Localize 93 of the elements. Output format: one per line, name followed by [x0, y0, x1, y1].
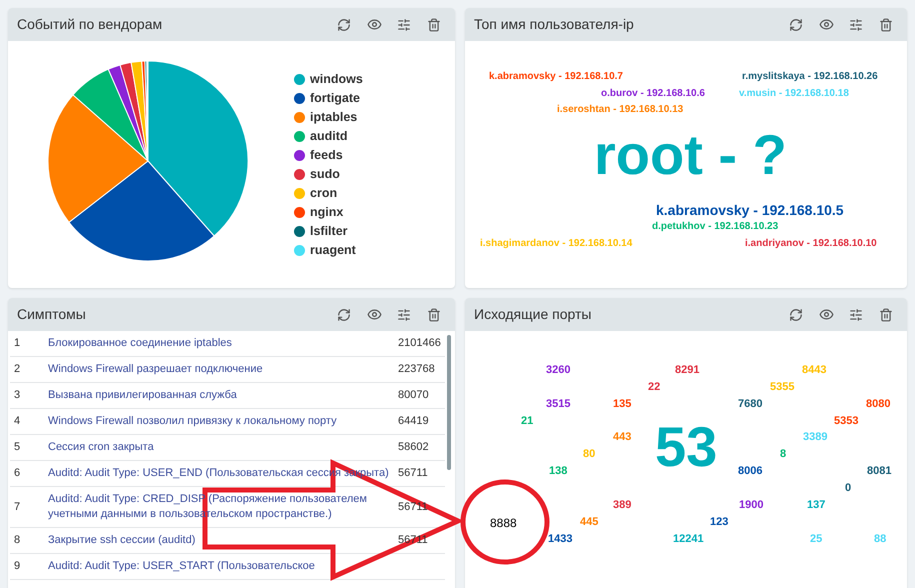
cloud-word: 8443: [802, 363, 826, 377]
row-count: 56711: [398, 466, 428, 481]
legend-label: feeds: [310, 147, 343, 164]
cloud-word: r.myslitskaya - 192.168.10.26: [742, 70, 878, 84]
eye-icon: [818, 307, 834, 322]
row-count: 80070: [398, 388, 429, 403]
refresh-icon: [789, 18, 803, 32]
trash-icon: [879, 18, 893, 32]
legend-label: iptables: [310, 109, 358, 126]
cloud-word: 53: [655, 419, 718, 475]
cloud-word: 80: [583, 447, 596, 461]
trash-icon: [427, 18, 441, 32]
cloud-word: 389: [613, 498, 632, 512]
cloud-word: 0: [845, 481, 852, 495]
row-index: 7: [13, 500, 22, 514]
symptom-link[interactable]: Закрытие ssh сессии (auditd): [48, 533, 390, 548]
cloud-word: 138: [549, 464, 568, 478]
symptom-link[interactable]: Сессия cron закрыта: [48, 440, 390, 455]
row-index: 2: [13, 362, 22, 377]
cloud-word: 8081: [867, 464, 892, 478]
row-count: 64419: [398, 414, 429, 429]
row-index: 5: [13, 440, 22, 455]
row-count: 223768: [398, 362, 435, 377]
symptom-link[interactable]: Блокированное соединение iptables: [48, 336, 390, 351]
legend-label: windows: [310, 71, 363, 88]
cloud-word: i.shagimardanov - 192.168.10.14: [480, 237, 632, 251]
cloud-word: 8291: [675, 363, 700, 377]
cloud-word: 5353: [834, 414, 858, 428]
sliders-icon: [849, 308, 863, 322]
row-index: 4: [13, 414, 22, 429]
cloud-word: 12241: [673, 532, 704, 546]
cloud-word: 21: [521, 414, 534, 428]
refresh-icon: [337, 308, 351, 322]
cloud-word: 443: [613, 430, 632, 444]
cloud-word: 7680: [738, 397, 762, 411]
eye-icon: [818, 17, 834, 32]
cloud-word: 135: [613, 397, 632, 411]
annotation-label: 8888: [490, 515, 517, 532]
sliders-icon: [397, 308, 411, 322]
cloud-word: root - ?: [594, 127, 787, 183]
cloud-word: i.seroshtan - 192.168.10.13: [557, 103, 684, 117]
row-count: 2101466: [398, 336, 441, 351]
cloud-word: 3260: [546, 363, 570, 377]
cloud-word: 3515: [546, 397, 570, 411]
cloud-word: k.abramovsky - 192.168.10.5: [656, 201, 844, 219]
row-index: 8: [13, 533, 22, 548]
legend-label: ruagent: [310, 242, 356, 260]
sliders-icon: [849, 18, 863, 32]
row-index: 9: [13, 559, 22, 574]
cloud-word: 5355: [770, 380, 794, 394]
cloud-word: v.musin - 192.168.10.18: [739, 87, 849, 101]
sliders-icon: [397, 18, 411, 32]
cloud-word: k.abramovsky - 192.168.10.7: [489, 70, 623, 84]
cloud-word: 1900: [739, 498, 764, 512]
eye-icon: [366, 307, 382, 322]
row-index: 6: [13, 466, 22, 481]
cloud-word: 8: [780, 447, 786, 461]
legend-label: lsfilter: [310, 223, 348, 240]
legend-label: sudo: [310, 166, 340, 184]
cloud-word: 22: [648, 380, 660, 394]
trash-icon: [879, 308, 893, 322]
legend-label: fortigate: [310, 90, 360, 108]
eye-icon: [366, 17, 382, 32]
cloud-word: 137: [807, 498, 826, 512]
symptom-link[interactable]: Вызвана привилегированная служба: [48, 388, 390, 403]
cloud-word: 1433: [548, 532, 572, 546]
cloud-word: 88: [874, 532, 886, 546]
row-count: 58602: [398, 440, 429, 455]
cloud-word: 445: [580, 515, 598, 529]
row-index: 1: [13, 336, 22, 351]
legend-label: cron: [310, 185, 338, 202]
cloud-word: o.burov - 192.168.10.6: [601, 87, 705, 101]
cloud-word: i.andriyanov - 192.168.10.10: [745, 237, 877, 251]
symptom-link[interactable]: Windows Firewall разрешает подключение: [48, 362, 390, 377]
scrollbar-thumb[interactable]: [447, 335, 451, 470]
cloud-word: 25: [810, 532, 822, 546]
cloud-word: 8080: [866, 397, 890, 411]
cloud-word: 123: [710, 515, 728, 529]
symptom-link[interactable]: Windows Firewall позволил привязку к локальному порту: [48, 414, 390, 429]
refresh-icon: [337, 18, 351, 32]
panel-title: Топ имя пользователя-ip: [474, 15, 635, 34]
legend-label: nginx: [310, 204, 344, 222]
cloud-word: d.petukhov - 192.168.10.23: [652, 220, 778, 234]
symptom-link[interactable]: Auditd: Audit Type: USER_START (Пользовательское: [48, 559, 390, 574]
panel-title: Симптомы: [17, 305, 87, 324]
trash-icon: [427, 308, 441, 322]
panel-title: Событий по вендорам: [17, 15, 164, 34]
panel-title: Исходящие порты: [474, 305, 592, 324]
cloud-word: 3389: [803, 430, 828, 444]
cloud-word: 8006: [738, 464, 762, 478]
row-index: 3: [13, 388, 22, 403]
legend-label: auditd: [310, 128, 348, 146]
refresh-icon: [789, 308, 803, 322]
